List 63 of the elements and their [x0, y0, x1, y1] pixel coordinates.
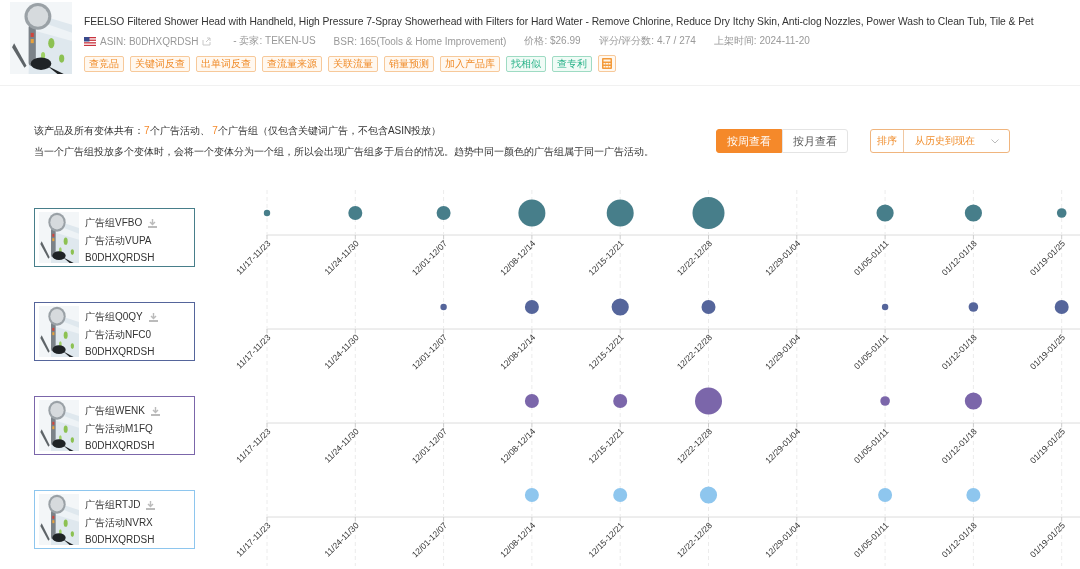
product-detail: - 卖家: TEKEN-US	[233, 34, 316, 48]
asin-text: B0DHXQRDSH	[85, 252, 156, 263]
bubble[interactable]	[964, 392, 982, 410]
action-tag[interactable]: 关键词反查	[130, 55, 190, 72]
asin-text: B0DHXQRDSH	[85, 346, 156, 357]
action-tag[interactable]: 查专利	[552, 55, 592, 72]
product-detail: 评分/评分数: 4.7 / 274	[598, 34, 696, 48]
asin-text: B0DHXQRDSH	[85, 440, 156, 451]
ad-group-card[interactable]: 广告组VFBO 广告活动VUPA B0DHXQRDSH	[34, 208, 195, 267]
bubble[interactable]	[881, 303, 889, 311]
product-detail: 上架时间: 2024-11-20	[713, 34, 810, 48]
notice-text: 该产品及所有变体共有：7个广告活动、 7个广告组（仅包含关键词广告，不包含ASIN投放）	[34, 124, 443, 138]
bubble[interactable]	[692, 197, 725, 229]
bubble[interactable]	[263, 209, 271, 217]
ad-group-name: 广告组Q0QY	[85, 310, 143, 324]
product-title: FEELSO Filtered Shower Head with Handheld, High Pressure 7-Spray Showerhead with Filters for Hard Water - Remove Chlorine, Reduce Dry Itchy Skin, Anti-clog Nozzles, Power Wash to Clean Tub, Tile & Pet	[84, 16, 1034, 27]
ad-group-card[interactable]: 广告组Q0QY 广告活动NFC0 B0DHXQRDSH	[34, 302, 195, 361]
bubble[interactable]	[611, 298, 629, 316]
ad-group-card[interactable]: 广告组RTJD 广告活动NVRX B0DHXQRDSH	[34, 490, 195, 549]
product-detail: 价格: $26.99	[524, 34, 581, 48]
view-tab[interactable]: 按周查看	[716, 129, 782, 153]
action-tag[interactable]: 找相似	[506, 55, 546, 72]
bubble[interactable]	[606, 199, 634, 227]
bubble[interactable]	[524, 394, 539, 408]
bubble[interactable]	[1056, 208, 1067, 218]
action-tag[interactable]: 关联流量	[328, 55, 378, 72]
asin-text: ASIN: B0DHXQRDSH	[100, 35, 199, 47]
campaign-name: 广告活动M1FQ	[85, 422, 154, 436]
bubble[interactable]	[440, 303, 447, 311]
ad-group-card[interactable]: 广告组WENK 广告活动M1FQ B0DHXQRDSH	[34, 396, 195, 455]
sort-label: 排序	[871, 130, 904, 152]
product-detail: BSR: 165(Tools & Home Improvement)	[333, 35, 507, 47]
bubble[interactable]	[701, 300, 716, 314]
notice-text: 当一个广告组投放多个变体时，会将一个变体分为一个组，所以会出现广告组多于后台的情况。趋势中同一颜色的广告组属于同一广告活动。	[34, 145, 654, 159]
bubble[interactable]	[880, 396, 890, 406]
bubble[interactable]	[518, 199, 546, 227]
bubble[interactable]	[524, 300, 539, 314]
bubble[interactable]	[876, 204, 894, 222]
ad-group-name: 广告组RTJD	[85, 498, 141, 512]
bubble[interactable]	[695, 387, 722, 415]
ad-group-name: 广告组WENK	[85, 404, 145, 418]
sort-value: 从历史到现在	[915, 134, 975, 148]
bubble[interactable]	[964, 204, 982, 222]
bubble[interactable]	[348, 206, 363, 220]
action-tag[interactable]: 查竞品	[84, 55, 124, 72]
bubble[interactable]	[1054, 300, 1069, 314]
action-tag[interactable]: 销量预测	[384, 55, 434, 72]
ad-group-name: 广告组VFBO	[85, 216, 143, 230]
campaign-name: 广告活动NFC0	[85, 328, 153, 342]
sort-dropdown[interactable]: 排序 从历史到现在	[870, 129, 1010, 153]
bubble[interactable]	[613, 394, 628, 408]
calculator-icon	[602, 58, 612, 69]
action-tag[interactable]: 出单词反查	[196, 55, 256, 72]
action-tag[interactable]: 查流量来源	[262, 55, 322, 72]
campaign-name: 广告活动NVRX	[85, 516, 154, 530]
chevron-down-icon	[991, 138, 999, 144]
bubble[interactable]	[968, 302, 979, 312]
action-tag[interactable]: 加入产品库	[440, 55, 500, 72]
flag-icon	[84, 36, 96, 46]
view-tab[interactable]: 按月查看	[782, 129, 848, 153]
bubble[interactable]	[436, 206, 451, 220]
campaign-name: 广告活动VUPA	[85, 234, 153, 248]
asin-text: B0DHXQRDSH	[85, 534, 156, 545]
